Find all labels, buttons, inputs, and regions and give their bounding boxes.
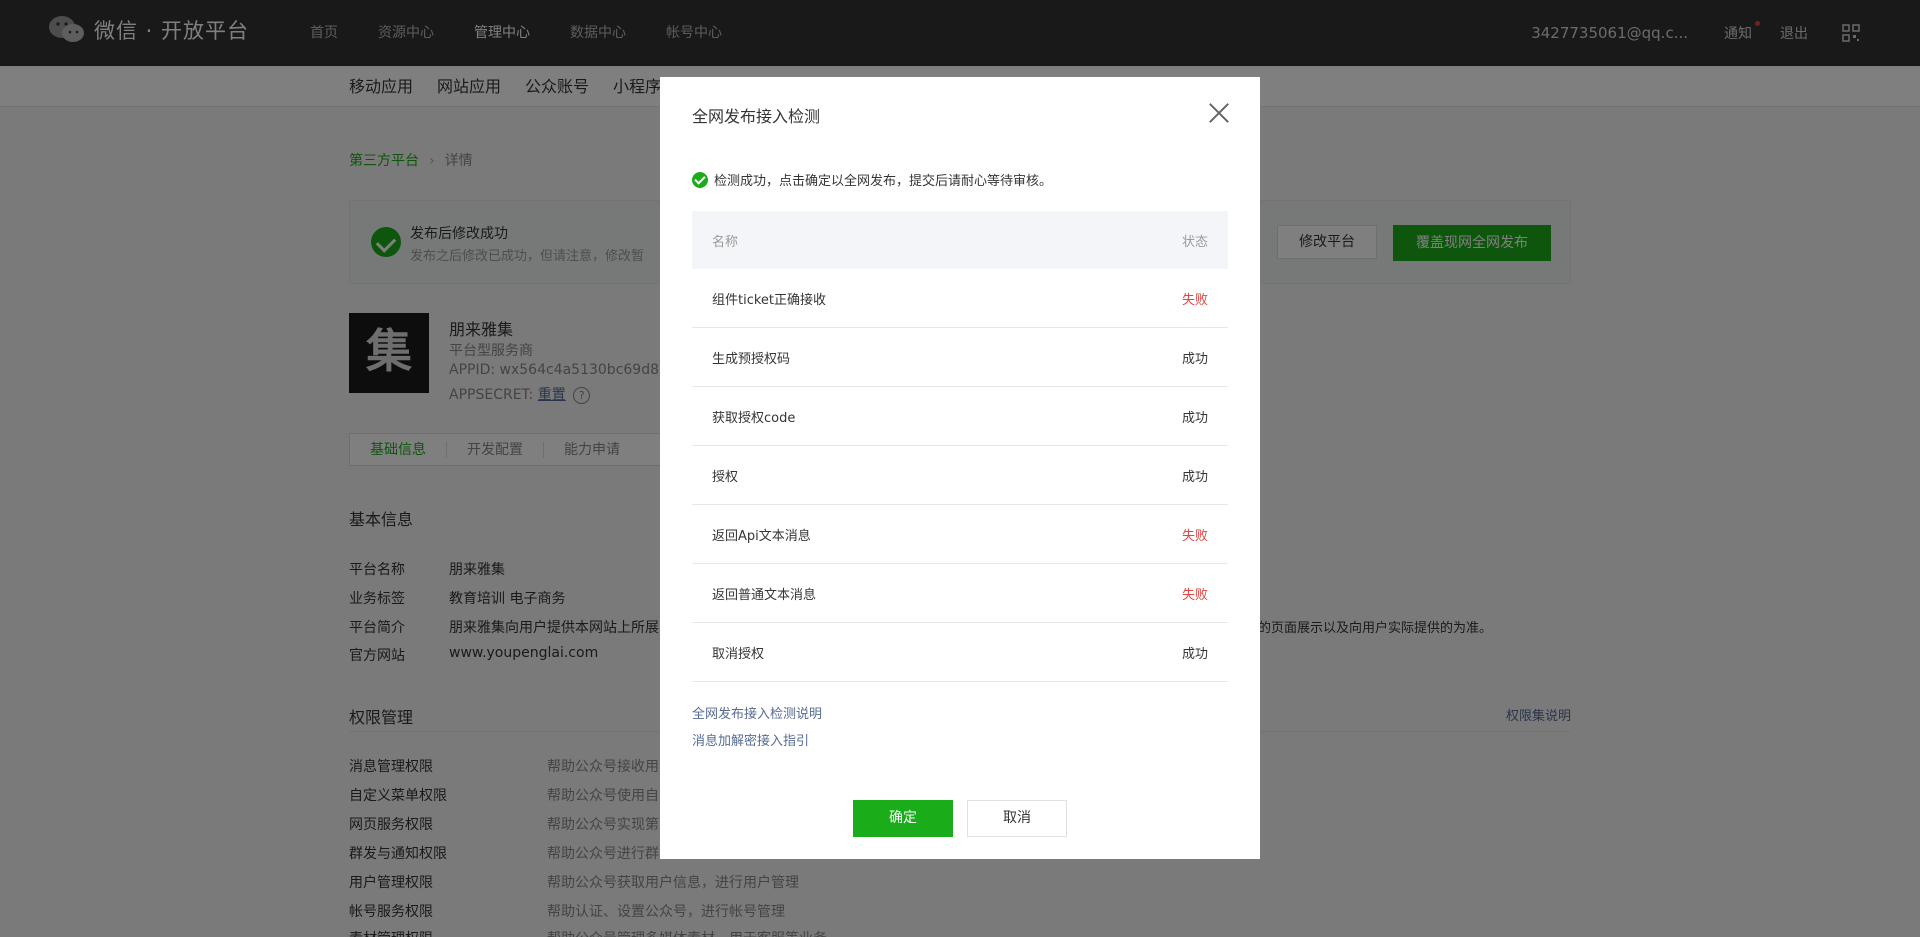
check-status-success: 成功 [1181, 351, 1208, 367]
publish-check-doc-link[interactable]: 全网发布接入检测说明 [692, 703, 822, 722]
table-row: 取消授权 成功 [692, 623, 1228, 682]
dialog-title: 全网发布接入检测 [692, 107, 821, 126]
close-icon[interactable] [1208, 102, 1230, 124]
table-row: 授权 成功 [692, 446, 1228, 505]
encryption-guide-link[interactable]: 消息加解密接入指引 [692, 730, 809, 749]
table-row: 返回普通文本消息 失败 [692, 564, 1228, 623]
check-name: 生成预授权码 [712, 351, 791, 367]
check-name: 取消授权 [712, 646, 765, 662]
check-name: 返回普通文本消息 [712, 587, 817, 603]
check-status-fail: 失败 [1181, 528, 1208, 544]
cancel-button[interactable]: 取消 [967, 800, 1067, 837]
col-status-header: 状态 [1181, 234, 1208, 250]
check-name: 组件ticket正确接收 [712, 292, 827, 308]
check-status-fail: 失败 [1181, 587, 1208, 603]
check-status-text: 检测成功，点击确定以全网发布，提交后请耐心等待审核。 [714, 174, 1053, 189]
check-status-success: 成功 [1181, 469, 1208, 485]
check-success-icon [692, 171, 708, 188]
table-row: 生成预授权码 成功 [692, 328, 1228, 387]
check-status-success: 成功 [1181, 410, 1208, 426]
publish-check-dialog: 全网发布接入检测 检测成功，点击确定以全网发布，提交后请耐心等待审核。 名称 状… [660, 77, 1260, 859]
check-name: 获取授权code [712, 410, 796, 426]
col-name-header: 名称 [712, 234, 739, 250]
confirm-button[interactable]: 确定 [853, 800, 953, 837]
check-table: 名称 状态 组件ticket正确接收 失败 生成预授权码 成功 获取授权code 成功… [692, 211, 1228, 682]
check-name: 返回Api文本消息 [712, 528, 811, 544]
check-status-fail: 失败 [1181, 292, 1208, 308]
check-name: 授权 [712, 469, 739, 485]
table-row: 返回Api文本消息 失败 [692, 505, 1228, 564]
check-status: 检测成功，点击确定以全网发布，提交后请耐心等待审核。 [692, 170, 1052, 189]
table-row: 组件ticket正确接收 失败 [692, 269, 1228, 328]
table-row: 获取授权code 成功 [692, 387, 1228, 446]
check-status-success: 成功 [1181, 646, 1208, 662]
table-header: 名称 状态 [692, 211, 1228, 269]
